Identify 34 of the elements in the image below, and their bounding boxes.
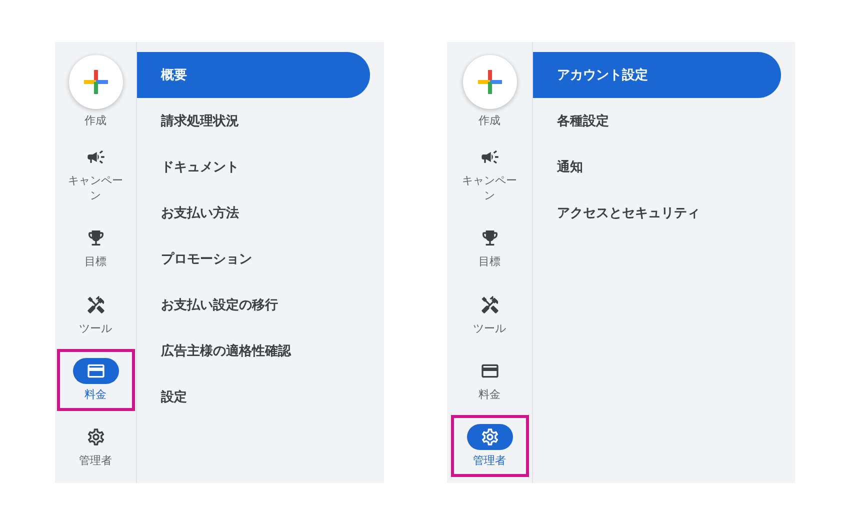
menu-item[interactable]: お支払い方法 [137,190,370,236]
menu-item[interactable]: アカウント設定 [533,52,781,98]
rail-item[interactable]: ツール [450,282,528,345]
tools-icon [86,294,106,315]
menu-item[interactable]: 広告主様の適格性確認 [137,328,370,374]
rail-item[interactable]: キャンペーン [56,135,134,212]
rail-label: 作成 [84,113,106,128]
plus-icon [82,69,108,95]
menu-item[interactable]: 設定 [137,374,370,420]
create-button[interactable] [68,55,122,109]
menu-item[interactable]: プロモーション [137,236,370,282]
menu-item[interactable]: ドキュメント [137,144,370,190]
rail-item[interactable]: 料金 [56,348,134,411]
menu-item[interactable]: 概要 [137,52,370,98]
rail-item[interactable]: キャンペーン [450,135,528,212]
trophy-icon [86,228,106,248]
rail-item[interactable]: 目標 [450,216,528,278]
menu-item[interactable]: 通知 [533,144,781,190]
settings-icon [480,426,500,447]
menu-item[interactable]: 各種設定 [533,98,781,144]
menu-item[interactable]: 請求処理状況 [137,98,370,144]
rail-item[interactable]: 管理者 [56,414,134,477]
menu-item[interactable]: アクセスとセキュリティ [533,190,781,236]
rail-item[interactable]: 管理者 [450,414,528,477]
plus-icon [476,69,502,95]
tools-icon [480,294,500,315]
settings-icon [86,426,106,447]
rail-item[interactable]: ツール [56,282,134,345]
menu-item[interactable]: お支払い設定の移行 [137,282,370,328]
create-button[interactable] [462,55,516,109]
rail-item[interactable]: 料金 [450,348,528,411]
trophy-icon [480,228,500,248]
rail-item[interactable]: 目標 [56,216,134,278]
rail-label: 作成 [478,113,500,128]
